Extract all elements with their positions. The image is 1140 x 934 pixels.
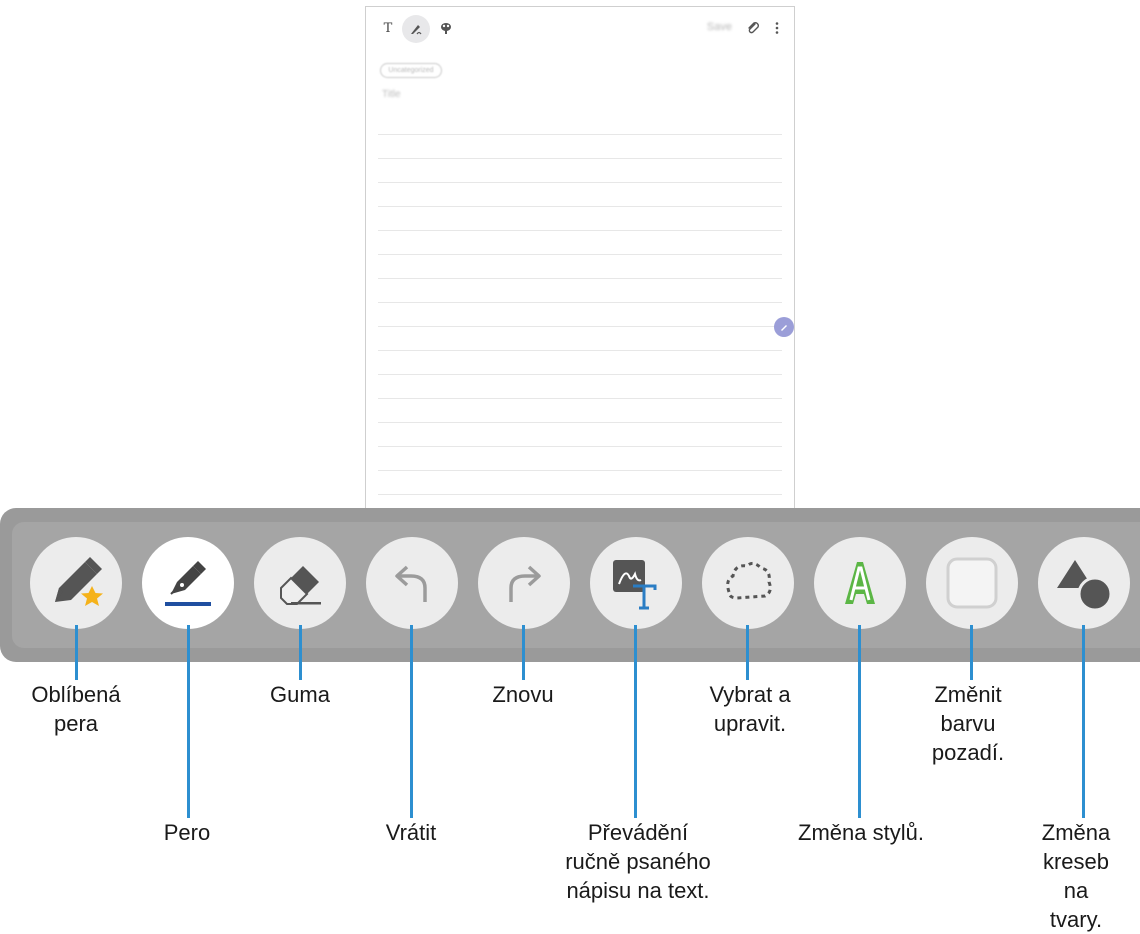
leader-line — [299, 625, 302, 680]
pen-mode-icon[interactable] — [402, 15, 430, 43]
eraser-icon — [280, 566, 321, 605]
save-button[interactable]: Save — [707, 21, 732, 33]
label-redo: Znovu — [492, 682, 554, 707]
floating-pen-icon[interactable] — [774, 317, 794, 337]
handwriting-to-text-icon — [613, 560, 657, 610]
label-handwriting-to-text: Převádění ručně psaného nápisu na text. — [565, 820, 711, 903]
eraser-button[interactable] — [254, 537, 346, 629]
label-eraser: Guma — [270, 682, 330, 707]
label-shapes: Změna kreseb na tvary. — [1041, 820, 1111, 932]
label-pen: Pero — [163, 820, 211, 845]
select-edit-button[interactable] — [702, 537, 794, 629]
square-icon — [946, 557, 998, 609]
lined-note-area[interactable] — [378, 111, 782, 514]
leader-line — [1082, 625, 1085, 818]
label-change-style: Změna stylů. — [798, 820, 924, 845]
pen-button[interactable] — [142, 537, 234, 629]
leader-line — [746, 625, 749, 680]
background-color-button[interactable] — [926, 537, 1018, 629]
favorite-pens-button[interactable] — [30, 537, 122, 629]
more-options-icon[interactable] — [770, 17, 784, 39]
leader-line — [522, 625, 525, 680]
leader-line — [75, 625, 78, 680]
editor-toolbar: T Save — [366, 7, 794, 49]
undo-arrow-icon — [395, 565, 427, 602]
category-chip[interactable]: Uncategorized — [380, 63, 442, 78]
label-undo: Vrátit — [385, 820, 437, 845]
lasso-icon — [726, 561, 772, 600]
attach-icon[interactable] — [744, 17, 762, 39]
shapes-icon — [1057, 560, 1113, 612]
title-field[interactable]: Title — [382, 89, 401, 100]
brush-mode-icon[interactable] — [436, 17, 456, 39]
handwriting-to-text-button[interactable] — [590, 537, 682, 629]
change-style-button[interactable] — [814, 537, 906, 629]
outlined-letter-a-icon — [845, 562, 875, 604]
leader-line — [858, 625, 861, 818]
label-select-edit: Vybrat a upravit. — [709, 682, 791, 736]
fountain-pen-icon — [165, 561, 211, 606]
leader-line — [410, 625, 413, 818]
note-editor-screen: T Save Uncategorized Title — [365, 6, 795, 514]
label-background-color: Změnit barvu pozadí. — [931, 682, 1005, 765]
undo-button[interactable] — [366, 537, 458, 629]
pen-star-icon — [55, 557, 103, 606]
leader-line — [634, 625, 637, 818]
redo-button[interactable] — [478, 537, 570, 629]
leader-line — [187, 625, 190, 818]
redo-arrow-icon — [509, 565, 541, 602]
shapes-button[interactable] — [1038, 537, 1130, 629]
text-mode-icon[interactable]: T — [378, 17, 398, 39]
leader-line — [970, 625, 973, 680]
label-favorite-pens: Oblíbená pera — [31, 682, 121, 736]
